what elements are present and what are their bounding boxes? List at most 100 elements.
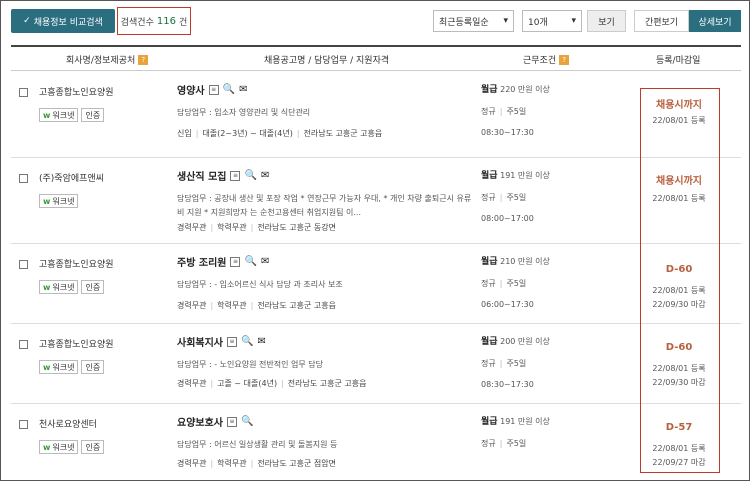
employment-type: 정규 — [481, 439, 496, 448]
header-conditions-label: 근무조건 — [523, 56, 557, 66]
compare-search-button[interactable]: ✓ 채용정보 비교검색 — [11, 9, 115, 33]
job-title-text: 영양사 — [177, 86, 205, 97]
document-icon[interactable]: ≡ — [230, 170, 241, 181]
wage: 월급 200 만원 이상 — [481, 334, 550, 347]
simple-view-button[interactable]: 간편보기 — [634, 10, 689, 32]
worknet-icon: w — [43, 442, 51, 452]
experience: 경력무관 — [177, 223, 207, 232]
job-title[interactable]: 요양보호사 ≡ 🔍 — [177, 414, 253, 429]
job-duty: 담당업무 : - 노인요양원 전반적인 업무 담당 — [177, 360, 323, 369]
experience: 경력무관 — [177, 459, 207, 468]
location: 전라남도 고흥군 동강면 — [257, 223, 336, 232]
job-duty: 담당업무 : 어르신 일상생활 관리 및 돌봄지원 등 — [177, 440, 338, 449]
search-icon[interactable]: 🔍 — [223, 84, 235, 95]
experience: 경력무관 — [177, 301, 207, 310]
wage-type: 월급 — [481, 257, 498, 267]
mail-icon[interactable]: ✉ — [257, 336, 265, 347]
document-icon[interactable]: ≡ — [208, 84, 219, 95]
table-row: 고흥종합노인요양원 w 워크넷 인증 영양사 ≡ 🔍 ✉ 담당업무 : 입소자 영… — [11, 72, 741, 158]
wage: 월급 191 만원 이상 — [481, 414, 550, 427]
detail-view-button[interactable]: 상세보기 — [689, 10, 741, 32]
worknet-icon: w — [43, 196, 51, 206]
education: 학력무관 — [217, 301, 247, 310]
header-title: 채용공고명 / 담당업무 / 지원자격 — [264, 53, 389, 66]
mail-icon[interactable]: ✉ — [239, 84, 247, 95]
document-icon[interactable]: ≡ — [230, 256, 241, 267]
help-icon[interactable]: ? — [559, 54, 570, 65]
row-checkbox[interactable] — [19, 340, 28, 349]
education: 고졸 ~ 대졸(4년) — [217, 379, 278, 388]
work-days: 주5일 — [506, 193, 527, 202]
search-icon[interactable]: 🔍 — [241, 336, 253, 347]
company-name[interactable]: 천사로요양센터 — [39, 417, 97, 430]
compare-search-label: 채용정보 비교검색 — [33, 17, 103, 28]
header-date: 등록/마감일 — [656, 53, 700, 66]
header-conditions: 근무조건 ? — [523, 53, 570, 66]
header-company-label: 회사명/정보제공처 — [66, 56, 136, 66]
company-name[interactable]: 고흥종합노인요양원 — [39, 257, 114, 270]
job-duty: 담당업무 : 입소자 영양관리 및 식단관리 — [177, 108, 311, 117]
table-row: 고흥종합노인요양원 w 워크넷 인증 사회복지사 ≡ 🔍 ✉ 담당업무 : - 노… — [11, 324, 741, 404]
employment-type: 정규 — [481, 193, 496, 202]
work-hours: 08:30~17:30 — [481, 380, 534, 389]
worknet-badge: w 워크넷 — [39, 440, 79, 454]
job-qualifications: 경력무관 | 고졸 ~ 대졸(4년) | 전라남도 고흥군 고흥읍 — [177, 379, 367, 388]
work-days: 주5일 — [506, 439, 527, 448]
education: 학력무관 — [217, 459, 247, 468]
worknet-badge: w 워크넷 — [39, 360, 79, 374]
wage: 월급 191 만원 이상 — [481, 168, 550, 181]
help-icon[interactable]: ? — [138, 54, 149, 65]
job-title[interactable]: 생산직 모집 ≡ 🔍 ✉ — [177, 168, 269, 183]
education: 학력무관 — [217, 223, 247, 232]
row-checkbox[interactable] — [19, 260, 28, 269]
table-row: (주)죽암에프앤씨 w 워크넷 생산직 모집 ≡ 🔍 ✉ 담당업무 : 공장내 생… — [11, 158, 741, 244]
wage-amount: 210 만원 이상 — [500, 257, 550, 266]
row-checkbox[interactable] — [19, 88, 28, 97]
work-hours: 08:30~17:30 — [481, 128, 534, 137]
employment-type: 정규 — [481, 107, 496, 116]
job-qualifications: 경력무관 | 학력무관 | 전라남도 고흥군 동강면 — [177, 223, 336, 232]
chevron-down-icon: ▾ — [571, 16, 576, 26]
search-count-label: 검색건수 — [120, 17, 154, 28]
sort-select-value: 최근등록일순 — [439, 17, 489, 28]
row-checkbox[interactable] — [19, 174, 28, 183]
mail-icon[interactable]: ✉ — [261, 256, 269, 267]
employment: 정규 | 주5일 — [481, 193, 527, 202]
document-icon[interactable]: ≡ — [227, 416, 237, 427]
work-days: 주5일 — [506, 107, 527, 116]
employment-type: 정규 — [481, 279, 496, 288]
company-name[interactable]: (주)죽암에프앤씨 — [39, 171, 104, 184]
job-title-text: 요양보호사 — [177, 418, 223, 429]
location: 전라남도 고흥군 점암면 — [257, 459, 336, 468]
header-company: 회사명/정보제공처 ? — [66, 53, 149, 66]
job-title[interactable]: 주방 조리원 ≡ 🔍 ✉ — [177, 254, 269, 269]
job-duty: 담당업무 : - 입소어르신 식사 담당 과 조리사 보조 — [177, 280, 343, 289]
wage-type: 월급 — [481, 85, 498, 95]
check-icon: ✓ — [23, 16, 31, 26]
worknet-label: 워크넷 — [52, 442, 75, 452]
search-icon[interactable]: 🔍 — [244, 170, 256, 181]
sort-select[interactable]: 최근등록일순 ▾ — [433, 10, 514, 32]
company-name[interactable]: 고흥종합노인요양원 — [39, 85, 114, 98]
mail-icon[interactable]: ✉ — [261, 170, 269, 181]
per-page-select[interactable]: 10개 ▾ — [522, 10, 582, 32]
work-hours: 06:00~17:30 — [481, 300, 534, 309]
location: 전라남도 고흥군 고흥읍 — [303, 129, 383, 138]
worknet-icon: w — [43, 110, 51, 120]
document-icon[interactable]: ≡ — [227, 336, 237, 347]
search-icon[interactable]: 🔍 — [244, 256, 256, 267]
toolbar: ✓ 채용정보 비교검색 검색건수 116 건 최근등록일순 ▾ 10개 ▾ 보기… — [0, 0, 750, 40]
job-title[interactable]: 사회복지사 ≡ 🔍 ✉ — [177, 334, 266, 349]
wage-type: 월급 — [481, 337, 498, 347]
wage-amount: 191 만원 이상 — [500, 417, 550, 426]
certified-badge: 인증 — [81, 360, 105, 374]
deadline-highlight-box — [640, 88, 720, 473]
view-button[interactable]: 보기 — [587, 10, 626, 32]
row-checkbox[interactable] — [19, 420, 28, 429]
job-title[interactable]: 영양사 ≡ 🔍 ✉ — [177, 82, 247, 97]
work-hours: 08:00~17:00 — [481, 214, 534, 223]
company-name[interactable]: 고흥종합노인요양원 — [39, 337, 114, 350]
job-title-text: 생산직 모집 — [177, 172, 227, 183]
search-icon[interactable]: 🔍 — [241, 416, 253, 427]
job-qualifications: 경력무관 | 학력무관 | 전라남도 고흥군 고흥읍 — [177, 301, 336, 310]
